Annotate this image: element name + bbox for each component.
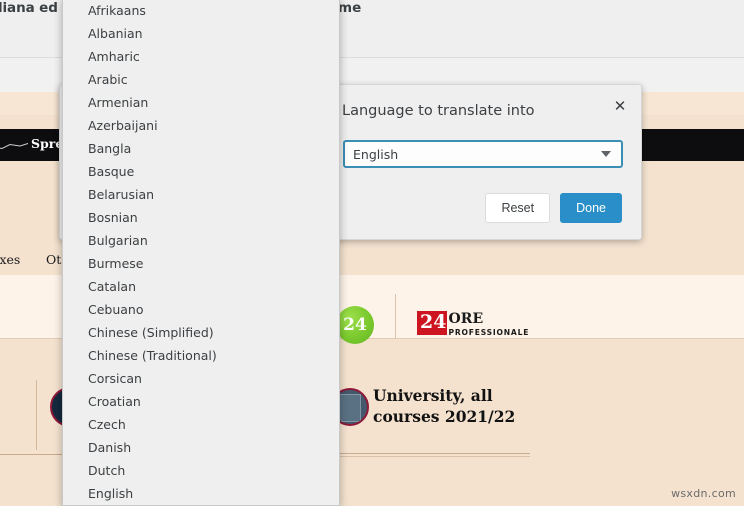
language-option[interactable]: Czech <box>63 413 339 436</box>
nav-item-other[interactable]: Ot <box>46 252 61 267</box>
target-language-select[interactable]: English <box>343 140 623 168</box>
content-vertical-rule <box>36 380 37 450</box>
language-option[interactable]: Cebuano <box>63 298 339 321</box>
green-24-badge-text: 24 <box>343 315 367 335</box>
ore-logo-mark: 24 <box>417 311 448 335</box>
university-heading-line1: University, all <box>373 386 493 405</box>
language-option[interactable]: Azerbaijani <box>63 114 339 137</box>
ore-logo-tagline: PROFESSIONALE <box>448 328 530 337</box>
sparkline-icon <box>0 143 28 150</box>
target-language-value: English <box>353 146 399 162</box>
language-option[interactable]: Bosnian <box>63 206 339 229</box>
language-option[interactable]: Belarusian <box>63 183 339 206</box>
reset-button[interactable]: Reset <box>485 193 551 223</box>
tab-title-right[interactable]: me <box>338 0 361 16</box>
nav-item-taxes[interactable]: axes <box>0 252 20 267</box>
language-option[interactable]: Catalan <box>63 275 339 298</box>
university-heading-line2: courses 2021/22 <box>373 407 516 426</box>
language-dropdown-list[interactable]: Afrikaans Albanian Amharic Arabic Armenian Az… <box>62 0 340 506</box>
sole-24-ore-logo: 24 ORE PROFESSIONALE <box>417 311 529 337</box>
ore-logo-name: ORE <box>448 311 484 327</box>
logo-divider <box>395 294 396 339</box>
tab-title-left[interactable]: liana ed <box>0 0 58 16</box>
language-option[interactable]: Bangla <box>63 137 339 160</box>
language-option[interactable]: Armenian <box>63 91 339 114</box>
done-button[interactable]: Done <box>560 193 622 223</box>
university-logo-inner <box>339 394 361 422</box>
language-option[interactable]: Chinese (Simplified) <box>63 321 339 344</box>
divider-right-2 <box>330 456 530 457</box>
dialog-title: Language to translate into <box>342 103 535 119</box>
language-option[interactable]: English <box>63 482 339 505</box>
language-option[interactable]: Basque <box>63 160 339 183</box>
language-option[interactable]: Amharic <box>63 45 339 68</box>
language-option[interactable]: Bulgarian <box>63 229 339 252</box>
divider-right-1 <box>330 453 530 454</box>
language-option[interactable]: Corsican <box>63 367 339 390</box>
language-option[interactable]: Chinese (Traditional) <box>63 344 339 367</box>
university-heading: University, all courses 2021/22 <box>373 385 515 427</box>
chevron-down-icon <box>601 151 611 157</box>
green-24-badge-icon: 24 <box>336 306 374 344</box>
dialog-actions: Reset Done <box>485 193 622 223</box>
language-option[interactable]: Burmese <box>63 252 339 275</box>
language-option[interactable]: Arabic <box>63 68 339 91</box>
watermark: wsxdn.com <box>671 487 736 500</box>
language-option[interactable]: Dutch <box>63 459 339 482</box>
language-option[interactable]: Croatian <box>63 390 339 413</box>
language-option[interactable]: Afrikaans <box>63 0 339 22</box>
language-option[interactable]: Danish <box>63 436 339 459</box>
screenshot-root: liana ed me 文 A <box>0 0 744 506</box>
language-option[interactable]: Albanian <box>63 22 339 45</box>
close-icon[interactable]: ✕ <box>609 95 631 117</box>
